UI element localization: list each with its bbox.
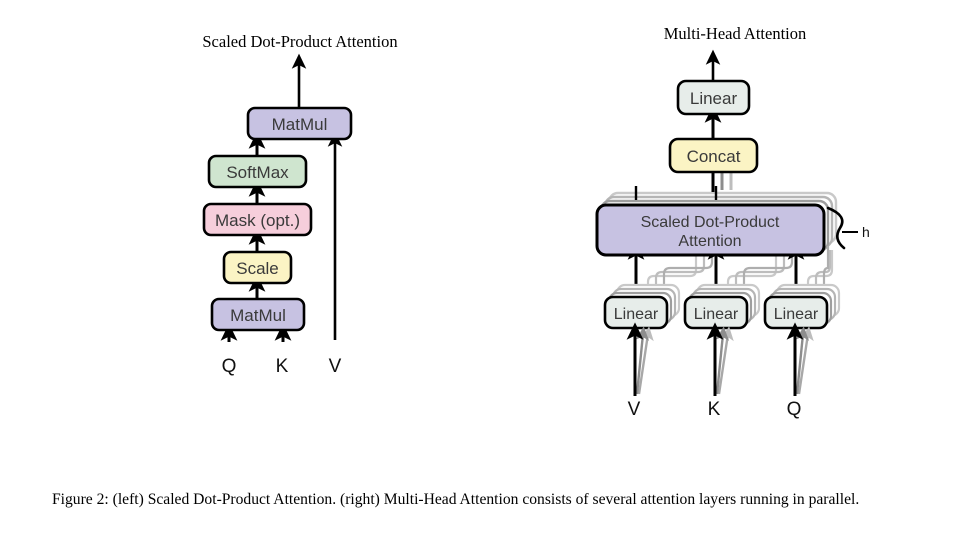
right-box-scaled-attention-label2: Attention [678, 233, 741, 250]
diagram-svg: MatMul SoftMax Mask (opt.) Scale MatMul [202, 49, 870, 420]
right-box-linear-2-label: Linear [694, 306, 739, 323]
right-box-linear-top-label: Linear [690, 89, 738, 108]
right-box-concat-label: Concat [687, 147, 741, 166]
figure-container: Scaled Dot-Product Attention Multi-Head … [0, 0, 976, 559]
right-box-scaled-attention-label1: Scaled Dot-Product [641, 214, 780, 231]
right-box-linear-1: Linear [603, 295, 669, 330]
input-ghost-arrows [635, 326, 814, 395]
left-input-label-q: Q [222, 356, 237, 377]
right-box-concat: Concat [668, 137, 759, 174]
right-input-label-q: Q [787, 399, 802, 420]
right-input-label-k: K [708, 399, 721, 420]
right-box-scaled-attention: Scaled Dot-Product Attention [595, 203, 826, 257]
left-box-matmul-bottom: MatMul [210, 297, 306, 332]
left-box-mask: Mask (opt.) [202, 202, 313, 237]
right-box-linear-1-label: Linear [614, 306, 659, 323]
right-box-linear-3-label: Linear [774, 306, 819, 323]
left-input-label-v: V [329, 356, 342, 377]
left-box-mask-label: Mask (opt.) [215, 211, 300, 230]
figure-caption-lead: Figure 2: [52, 491, 109, 508]
left-box-scale-label: Scale [236, 259, 279, 278]
left-box-matmul-top-label: MatMul [272, 115, 328, 134]
right-diagram: Linear Concat Scaled Dot-Product Attenti… [595, 49, 870, 420]
left-box-softmax: SoftMax [207, 154, 308, 189]
left-box-matmul-top: MatMul [246, 106, 353, 141]
left-box-scale: Scale [222, 250, 293, 285]
left-input-label-k: K [276, 356, 289, 377]
left-box-softmax-label: SoftMax [226, 163, 289, 182]
right-input-label-v: V [628, 399, 641, 420]
heads-count-label: h [862, 224, 870, 240]
right-box-linear-3: Linear [763, 295, 829, 330]
left-box-matmul-bottom-label: MatMul [230, 306, 286, 325]
figure-caption-text: (left) Scaled Dot-Product Attention. (ri… [108, 491, 860, 508]
left-diagram: MatMul SoftMax Mask (opt.) Scale MatMul [202, 53, 353, 377]
right-box-linear-2: Linear [683, 295, 749, 330]
figure-caption: Figure 2: (left) Scaled Dot-Product Atte… [52, 488, 924, 511]
right-box-linear-top: Linear [676, 79, 751, 116]
